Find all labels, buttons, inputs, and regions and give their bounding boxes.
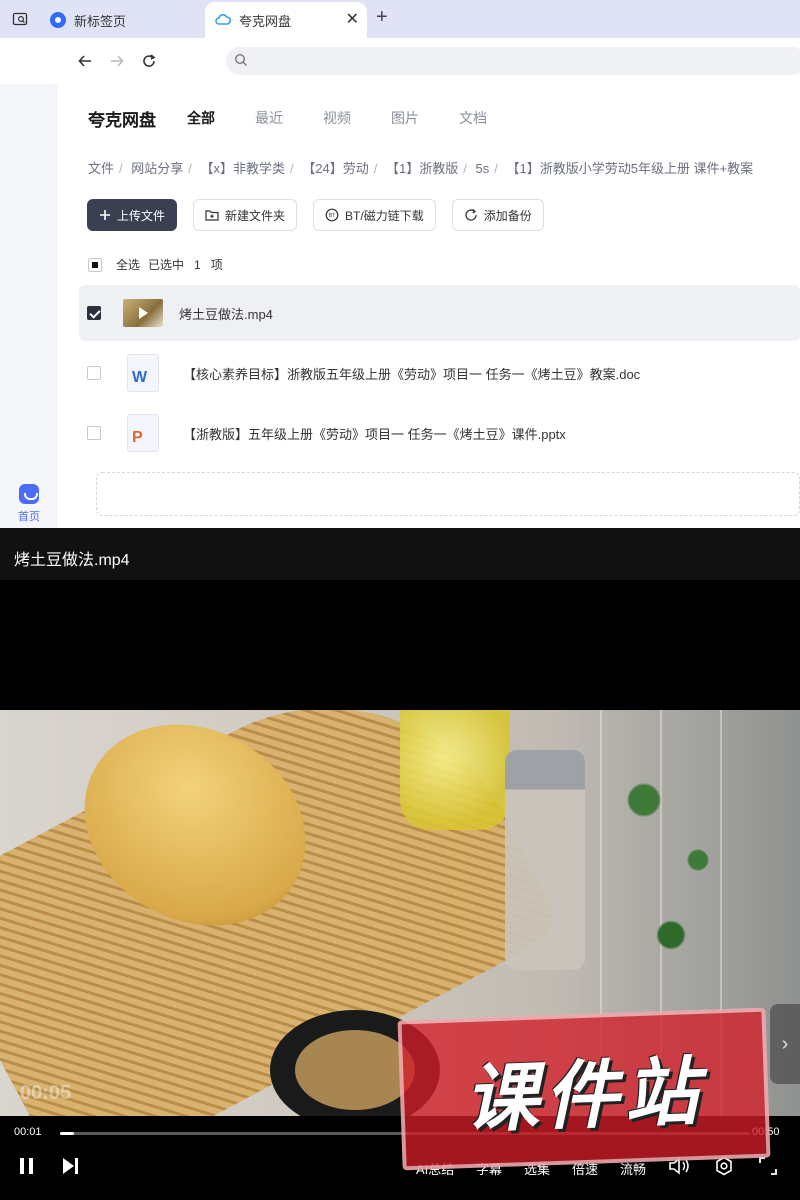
search-icon [234, 53, 248, 72]
new-folder-label: 新建文件夹 [225, 208, 286, 223]
cloud-icon [215, 12, 231, 28]
word-doc-icon: W [127, 354, 159, 392]
video-player: 烤土豆做法.mp4 › 00:05 00:01 00:50 AI总结 字幕 选集… [0, 528, 800, 1200]
select-all-checkbox[interactable] [88, 257, 102, 272]
sidepanel-icon[interactable] [8, 7, 32, 31]
file-checkbox[interactable] [87, 426, 101, 440]
oil-image [400, 710, 510, 830]
watermark-text: 课件站 [462, 1048, 706, 1144]
rail-home-label: 首页 [18, 511, 40, 523]
category-tabs: 全部 最近 视频 图片 文档 [187, 108, 527, 128]
upload-label: 上传文件 [117, 208, 166, 223]
tab-image[interactable]: 图片 [391, 108, 419, 128]
progress-fill [60, 1132, 74, 1135]
next-video-icon[interactable] [60, 1156, 80, 1181]
spice-image [295, 1030, 415, 1110]
brand-title: 夸克网盘 [88, 111, 156, 130]
settings-icon[interactable] [714, 1156, 734, 1181]
selection-row: 全选 已选中 1 项 [88, 256, 223, 273]
action-bar: 上传文件 新建文件夹 BT BT/磁力链下载 添加备份 [87, 199, 560, 231]
tab-quark-drive[interactable]: 夸克网盘 ✕ [205, 2, 367, 38]
selected-unit: 项 [210, 258, 223, 272]
svg-text:BT: BT [329, 213, 335, 219]
tab-all[interactable]: 全部 [187, 108, 215, 128]
home-icon [19, 484, 39, 504]
file-checkbox[interactable] [87, 306, 101, 320]
drive-main: 夸克网盘 全部 最近 视频 图片 文档 文件 / 网站分享 / 【x】非教学类 / 【… [58, 84, 800, 528]
left-rail: 首页 [0, 84, 58, 528]
address-bar[interactable] [226, 47, 800, 75]
fullscreen-icon[interactable] [758, 1156, 778, 1181]
upload-dropzone[interactable] [96, 472, 800, 516]
video-thumbnail [123, 299, 163, 327]
add-backup-label: 添加备份 [483, 208, 532, 223]
plus-icon [99, 209, 111, 221]
reload-icon[interactable] [138, 50, 160, 72]
browser-toolbar [0, 38, 800, 84]
new-folder-button[interactable]: 新建文件夹 [193, 199, 298, 231]
selected-count: 1 [194, 257, 201, 272]
overlay-time: 00:05 [20, 1082, 72, 1104]
forward-icon[interactable] [106, 50, 128, 72]
breadcrumb-item[interactable]: 【24】劳动 [302, 161, 368, 176]
breadcrumb-item[interactable]: 文件 [88, 161, 114, 176]
player-title: 烤土豆做法.mp4 [0, 528, 800, 580]
new-tab-icon[interactable]: + [376, 6, 388, 29]
tab-label: 新标签页 [74, 13, 127, 29]
breadcrumb-item[interactable]: 【x】非教学类 [201, 161, 286, 176]
breadcrumb: 文件 / 网站分享 / 【x】非教学类 / 【24】劳动 / 【1】浙教版/ 5s / 【… [88, 161, 754, 176]
breadcrumb-item[interactable]: 5s [476, 161, 490, 176]
back-icon[interactable] [74, 50, 96, 72]
sync-icon [464, 208, 478, 222]
rail-home[interactable]: 首页 [12, 484, 46, 524]
tab-document[interactable]: 文档 [459, 108, 487, 128]
next-arrow-icon[interactable]: › [770, 1004, 800, 1084]
bt-download-label: BT/磁力链下载 [345, 208, 424, 223]
file-row[interactable]: P 【浙教版】五年级上册《劳动》项目一 任务一《烤土豆》课件.pptx [79, 405, 800, 461]
pause-icon[interactable] [18, 1156, 36, 1181]
close-tab-icon[interactable]: ✕ [346, 11, 359, 29]
file-row[interactable]: W 【核心素养目标】浙教版五年级上册《劳动》项目一 任务一《烤土豆》教案.doc [79, 345, 800, 401]
file-name[interactable]: 【浙教版】五年级上册《劳动》项目一 任务一《烤土豆》课件.pptx [183, 424, 566, 443]
upload-button[interactable]: 上传文件 [87, 199, 178, 231]
browser-tab-bar: 新标签页 夸克网盘 ✕ + [0, 0, 800, 38]
file-name[interactable]: 【核心素养目标】浙教版五年级上册《劳动》项目一 任务一《烤土豆》教案.doc [183, 364, 640, 383]
selected-text: 已选中 [148, 258, 185, 272]
select-all-label[interactable]: 全选 [116, 256, 140, 273]
folder-plus-icon [205, 209, 219, 221]
file-checkbox[interactable] [87, 366, 101, 380]
new-tab-favicon-icon [50, 12, 66, 28]
shaker-image [505, 750, 585, 970]
current-time: 00:01 [14, 1126, 42, 1138]
breadcrumb-item[interactable]: 网站分享 [131, 161, 183, 176]
tab-recent[interactable]: 最近 [255, 108, 283, 128]
watermark-logo: 课件站 [397, 1007, 771, 1171]
add-backup-button[interactable]: 添加备份 [451, 199, 544, 231]
file-row[interactable]: 烤土豆做法.mp4 [79, 285, 800, 341]
herb-image [590, 710, 770, 1010]
tab-new-tab[interactable]: 新标签页 [40, 2, 202, 38]
bt-icon: BT [325, 208, 339, 222]
bt-download-button[interactable]: BT BT/磁力链下载 [313, 199, 436, 231]
ppt-doc-icon: P [127, 414, 159, 452]
breadcrumb-item[interactable]: 【1】浙教版 [386, 161, 458, 176]
breadcrumb-current: 【1】浙教版小学劳动5年级上册 课件+教案 [506, 161, 754, 176]
tab-label: 夸克网盘 [239, 13, 292, 29]
file-name[interactable]: 烤土豆做法.mp4 [179, 304, 273, 323]
tab-video[interactable]: 视频 [323, 108, 351, 128]
